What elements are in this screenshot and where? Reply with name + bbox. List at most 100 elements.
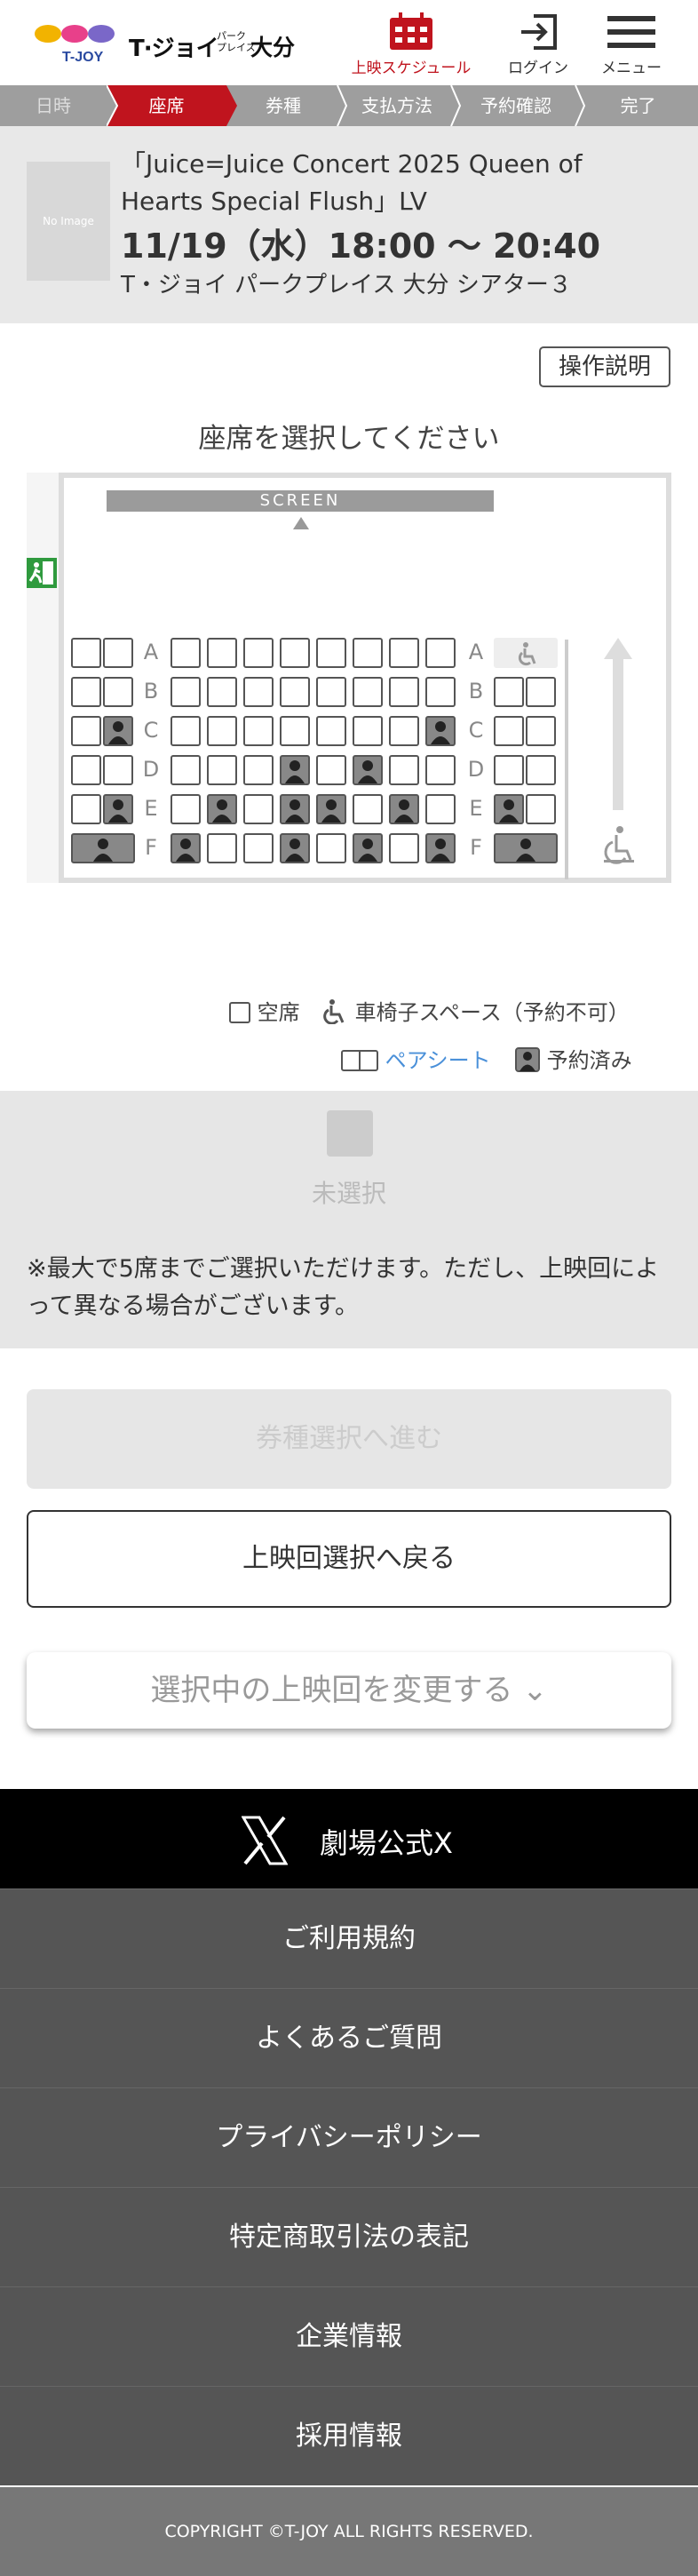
next-ticket-button[interactable]: 券種選択へ進む: [27, 1389, 671, 1489]
footer-link-company[interactable]: 企業情報: [0, 2286, 698, 2386]
seat[interactable]: [316, 638, 346, 668]
seat: [389, 794, 419, 824]
login-label: ログイン: [508, 60, 568, 77]
seat[interactable]: [526, 677, 556, 707]
legend-vacant-label: 空席: [257, 1000, 300, 1025]
seat[interactable]: [71, 677, 101, 707]
seat[interactable]: [207, 716, 237, 746]
seat[interactable]: [171, 638, 201, 668]
seat[interactable]: [389, 755, 419, 785]
seat[interactable]: [207, 638, 237, 668]
site-header: T-JOY T·ジョイ パーク プレイス 大分 上映スケジュール ログイン メニ…: [0, 0, 698, 85]
seat[interactable]: [280, 638, 310, 668]
legend-pair-link[interactable]: ペアシート: [385, 1048, 491, 1073]
seat[interactable]: [494, 677, 524, 707]
row-label: A: [468, 640, 484, 664]
seat[interactable]: [389, 677, 419, 707]
screen-arrow-icon: [293, 517, 309, 529]
seat[interactable]: [71, 716, 101, 746]
screen-label: SCREEN: [107, 490, 494, 512]
login-button[interactable]: ログイン: [503, 12, 574, 77]
seat: [494, 794, 524, 824]
copyright: COPYRIGHT ©T-JOY ALL RIGHTS RESERVED.: [0, 2487, 698, 2576]
footer-link-recruit[interactable]: 採用情報: [0, 2386, 698, 2485]
step-ticket: 券種: [266, 95, 301, 116]
seat[interactable]: [389, 833, 419, 863]
seat[interactable]: [316, 833, 346, 863]
seat: [103, 794, 133, 824]
footer-link-terms[interactable]: ご利用規約: [0, 1888, 698, 1988]
seat[interactable]: [171, 716, 201, 746]
seat[interactable]: [207, 677, 237, 707]
legend-wheelchair: 車椅子スペース（予約不可）: [321, 995, 630, 1026]
menu-button[interactable]: メニュー: [591, 12, 671, 77]
seat[interactable]: [353, 677, 383, 707]
schedule-button[interactable]: 上映スケジュール: [345, 12, 478, 77]
seat: [280, 755, 310, 785]
step-payment: 支払方法: [361, 95, 432, 116]
seat[interactable]: [207, 833, 237, 863]
movie-title: 「Juice=Juice Concert 2025 Queen of Heart…: [121, 149, 583, 216]
footer-link-commerce[interactable]: 特定商取引法の表記: [0, 2187, 698, 2286]
wheelchair-space: [494, 638, 558, 668]
seat[interactable]: [103, 755, 133, 785]
movie-info: No Image 「Juice=Juice Concert 2025 Queen…: [0, 126, 698, 323]
seat[interactable]: [526, 716, 556, 746]
person-icon: [93, 839, 113, 862]
seat[interactable]: [494, 716, 524, 746]
seat[interactable]: [425, 755, 456, 785]
official-x-label: 劇場公式X: [320, 1826, 453, 1860]
seat[interactable]: [171, 677, 201, 707]
seat[interactable]: [316, 755, 346, 785]
seat[interactable]: [353, 716, 383, 746]
help-button[interactable]: 操作説明: [539, 346, 670, 387]
seat[interactable]: [207, 755, 237, 785]
seat[interactable]: [243, 716, 274, 746]
seat[interactable]: [425, 638, 456, 668]
seat[interactable]: [389, 638, 419, 668]
reserved-seat-icon: [515, 1047, 540, 1072]
change-showing-button[interactable]: 選択中の上映回を変更する ⌄: [27, 1652, 671, 1729]
person-icon: [108, 721, 128, 744]
seat[interactable]: [171, 794, 201, 824]
tjoy-logo-icon[interactable]: T-JOY: [34, 22, 123, 63]
seat[interactable]: [280, 677, 310, 707]
seat[interactable]: [243, 794, 274, 824]
person-icon: [321, 799, 341, 823]
seat[interactable]: [103, 677, 133, 707]
seat: [103, 716, 133, 746]
footer-link-faq[interactable]: よくあるご質問: [0, 1988, 698, 2087]
row-label: B: [143, 679, 159, 704]
seat[interactable]: [316, 716, 346, 746]
seat[interactable]: [425, 677, 456, 707]
seat[interactable]: [243, 677, 274, 707]
seat[interactable]: [353, 794, 383, 824]
seat[interactable]: [389, 716, 419, 746]
vacant-seat-icon: [229, 1002, 250, 1023]
seat[interactable]: [71, 794, 101, 824]
seat[interactable]: [243, 638, 274, 668]
seat[interactable]: [171, 755, 201, 785]
seat[interactable]: [353, 638, 383, 668]
x-logo-icon: [242, 1816, 288, 1865]
seat[interactable]: [71, 638, 101, 668]
seat[interactable]: [425, 794, 456, 824]
official-x-link[interactable]: 劇場公式X: [0, 1789, 698, 1888]
seat[interactable]: [243, 833, 274, 863]
back-to-schedule-button[interactable]: 上映回選択へ戻る: [27, 1510, 671, 1608]
footer-link-privacy[interactable]: プライバシーポリシー: [0, 2087, 698, 2187]
seat: [171, 833, 201, 863]
seat[interactable]: [526, 755, 556, 785]
step-divider-icon: [450, 85, 462, 126]
seat[interactable]: [280, 716, 310, 746]
seat[interactable]: [71, 755, 101, 785]
seat[interactable]: [103, 638, 133, 668]
selection-note: ※最大で5席までご選択いただけます。ただし、上映回によって異なる場合がございます…: [27, 1255, 660, 1320]
menu-label: メニュー: [601, 60, 662, 77]
seat[interactable]: [494, 755, 524, 785]
seat[interactable]: [316, 677, 346, 707]
seat[interactable]: [526, 794, 556, 824]
seat[interactable]: [243, 755, 274, 785]
movie-datetime: 11/19（水）18:00 〜 20:40: [121, 227, 601, 266]
row-label: F: [470, 835, 482, 860]
